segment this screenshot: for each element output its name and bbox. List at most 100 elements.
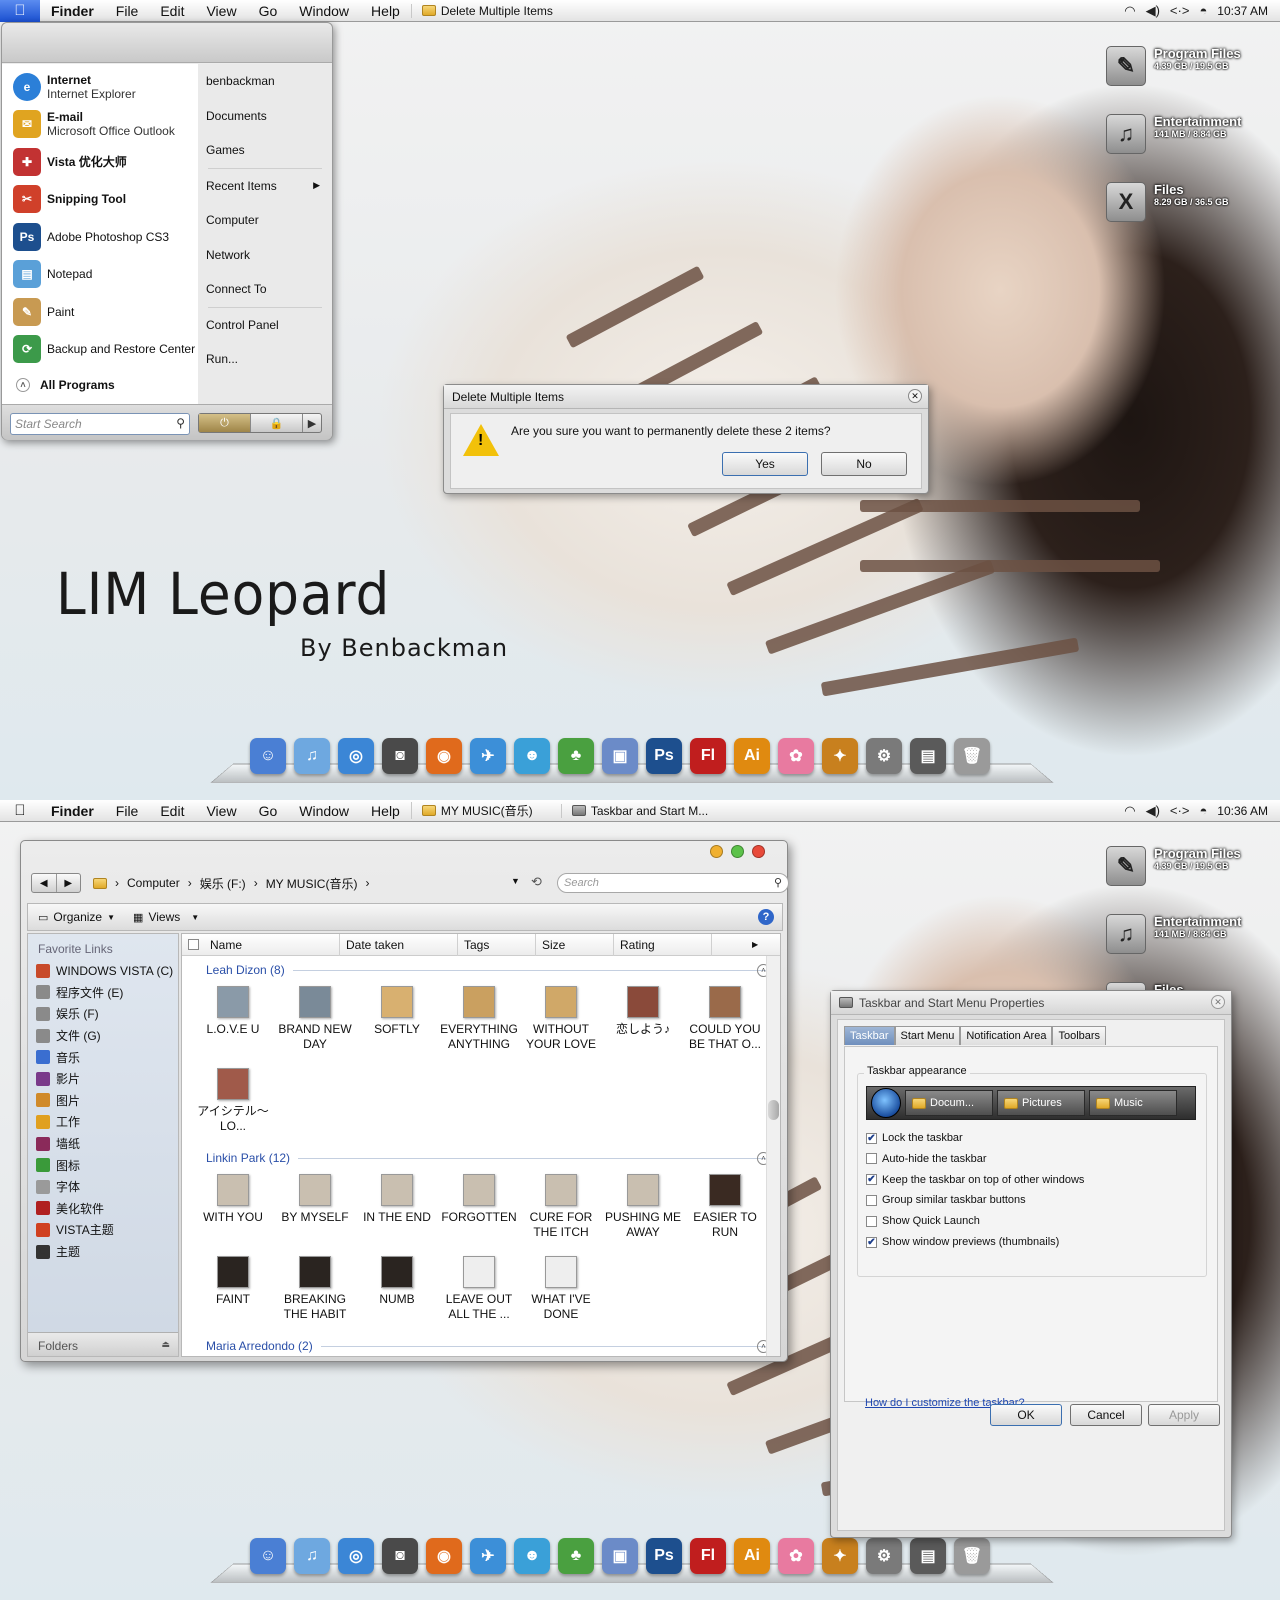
music-file[interactable]: FORGOTTEN: [438, 1168, 520, 1250]
program-snipping-tool[interactable]: ✂ Snipping Tool: [2, 181, 198, 219]
menu-file[interactable]: File: [105, 3, 150, 19]
safari-icon[interactable]: ◎: [338, 1538, 374, 1574]
folders-toggle[interactable]: Folders ⏏: [28, 1332, 178, 1356]
wifi-icon[interactable]: ◠: [1124, 803, 1135, 819]
clock[interactable]: 10:36 AM: [1217, 804, 1268, 818]
music-file[interactable]: FAINT: [192, 1250, 274, 1332]
columns-more-icon[interactable]: ▶: [712, 934, 758, 956]
messenger-icon[interactable]: ☻: [514, 738, 550, 774]
menu-help[interactable]: Help: [360, 3, 411, 19]
music-file[interactable]: WITH YOU: [192, 1168, 274, 1250]
lock-icon[interactable]: 🔒: [251, 414, 303, 432]
shutdown-options-arrow-icon[interactable]: ▶: [303, 414, 321, 432]
illustrator-icon[interactable]: Ai: [734, 1538, 770, 1574]
tab-taskbar[interactable]: Taskbar: [844, 1026, 895, 1045]
column-tags[interactable]: Tags: [458, 934, 536, 956]
menu-file[interactable]: File: [105, 803, 150, 819]
checkbox-checked[interactable]: ✔: [866, 1174, 877, 1186]
desktop-drive[interactable]: ♫ Entertainment 141 MB / 8.84 GB: [1106, 114, 1256, 174]
checkbox-unchecked[interactable]: [866, 1215, 877, 1227]
finder-icon[interactable]: ☺: [250, 1538, 286, 1574]
checkbox-unchecked[interactable]: [866, 1194, 877, 1206]
address-dropdown-icon[interactable]: ▼: [511, 876, 520, 886]
breadcrumb-sep-icon[interactable]: ›: [188, 876, 192, 890]
organize-button[interactable]: ▭ Organize ▼: [38, 910, 115, 924]
program-vista-optimizer[interactable]: ✚ Vista 优化大师: [2, 143, 198, 181]
music-file[interactable]: BREAKING THE HABIT: [274, 1250, 356, 1332]
link-user[interactable]: benbackman: [198, 64, 332, 99]
start-search-input[interactable]: Start Search ⚲: [10, 413, 190, 435]
help-icon[interactable]: ?: [758, 909, 774, 925]
favorite-link[interactable]: ■ 影片: [28, 1068, 178, 1090]
favorite-link[interactable]: ■ WINDOWS VISTA (C): [28, 960, 178, 982]
minimize-button[interactable]: [710, 845, 723, 858]
user-icon[interactable]: ◓: [1199, 3, 1207, 18]
camera-icon[interactable]: ◙: [382, 1538, 418, 1574]
music-file[interactable]: BRAND NEW DAY: [274, 980, 356, 1062]
select-all-checkbox[interactable]: [182, 934, 204, 956]
vertical-scrollbar[interactable]: [766, 956, 780, 1356]
photoshop-icon[interactable]: Ps: [646, 1538, 682, 1574]
preview-icon[interactable]: ▣: [602, 1538, 638, 1574]
tab-notification-area[interactable]: Notification Area: [960, 1026, 1053, 1045]
column-size[interactable]: Size: [536, 934, 614, 956]
forward-arrow-icon[interactable]: ▶: [57, 874, 81, 892]
close-button[interactable]: [752, 845, 765, 858]
group-header[interactable]: Linkin Park (12) ˄: [182, 1148, 780, 1168]
link-control-panel[interactable]: Control Panel: [198, 308, 332, 343]
favorite-link[interactable]: ■ 美化软件: [28, 1198, 178, 1220]
music-file[interactable]: CURE FOR THE ITCH: [520, 1168, 602, 1250]
music-file[interactable]: WITHOUT YOUR LOVE: [520, 980, 602, 1062]
desktop-drive[interactable]: X Files8.29 GB / 36.5 GB: [1106, 182, 1256, 242]
program-internet[interactable]: e Internet Internet Explorer: [2, 68, 198, 106]
program-email[interactable]: ✉ E-mail Microsoft Office Outlook: [2, 106, 198, 144]
itunes-icon[interactable]: ♫: [294, 738, 330, 774]
twitter-bird-icon[interactable]: ✈: [470, 1538, 506, 1574]
desktop-drive[interactable]: ✎ Program Files 4.39 GB / 19.5 GB: [1106, 46, 1256, 106]
trash-icon[interactable]: 🗑: [954, 738, 990, 774]
qq-penguin-icon[interactable]: ♣: [558, 1538, 594, 1574]
column-name[interactable]: Name: [204, 934, 340, 956]
menu-edit[interactable]: Edit: [149, 803, 195, 819]
close-icon[interactable]: ✕: [1211, 995, 1225, 1009]
column-rating[interactable]: Rating: [614, 934, 712, 956]
illustrator-icon[interactable]: Ai: [734, 738, 770, 774]
wifi-icon[interactable]: ◠: [1124, 3, 1135, 19]
link-network[interactable]: Network: [198, 238, 332, 273]
music-file[interactable]: IN THE END: [356, 1168, 438, 1250]
cancel-button[interactable]: Cancel: [1070, 1404, 1142, 1426]
favorite-link[interactable]: ■ 娱乐 (F): [28, 1003, 178, 1025]
music-file[interactable]: EVERYTHING ANYTHING: [438, 980, 520, 1062]
printer-icon[interactable]: ▤: [910, 738, 946, 774]
clock[interactable]: 10:37 AM: [1217, 4, 1268, 18]
printer-icon[interactable]: ▤: [910, 1538, 946, 1574]
option-checkbox-row[interactable]: ✔ Show window previews (thumbnails): [866, 1236, 1059, 1248]
program-notepad[interactable]: ▤ Notepad: [2, 256, 198, 294]
network-icon[interactable]: <·>: [1170, 803, 1190, 818]
program-backup[interactable]: ⟳ Backup and Restore Center: [2, 331, 198, 369]
system-preferences-icon[interactable]: ⚙: [866, 738, 902, 774]
back-arrow-icon[interactable]: ◀: [32, 874, 57, 892]
checkbox-checked[interactable]: ✔: [866, 1132, 877, 1144]
itunes-icon[interactable]: ♫: [294, 1538, 330, 1574]
volume-icon[interactable]: ◀): [1146, 3, 1160, 19]
flash-icon[interactable]: Fl: [690, 1538, 726, 1574]
music-file[interactable]: WHAT I'VE DONE: [520, 1250, 602, 1332]
music-file[interactable]: PUSHING ME AWAY: [602, 1168, 684, 1250]
checkbox-unchecked[interactable]: [866, 1153, 877, 1165]
views-button[interactable]: ▦ Views ▼: [133, 910, 199, 924]
link-run[interactable]: Run...: [198, 342, 332, 377]
program-photoshop[interactable]: Ps Adobe Photoshop CS3: [2, 218, 198, 256]
group-header[interactable]: Leah Dizon (8) ˄: [182, 960, 780, 980]
option-checkbox-row[interactable]: Show Quick Launch: [866, 1215, 980, 1227]
volume-icon[interactable]: ◀): [1146, 803, 1160, 819]
chopper-icon[interactable]: ✿: [778, 738, 814, 774]
apple-menu-icon[interactable]: : [0, 800, 40, 822]
apply-button[interactable]: Apply: [1148, 1404, 1220, 1426]
power-icon[interactable]: ⏻: [199, 414, 251, 432]
trash-icon[interactable]: 🗑: [954, 1538, 990, 1574]
menu-help[interactable]: Help: [360, 803, 411, 819]
firefox-icon[interactable]: ◉: [426, 738, 462, 774]
fox-icon[interactable]: ✦: [822, 1538, 858, 1574]
music-file[interactable]: 恋しよう♪: [602, 980, 684, 1062]
